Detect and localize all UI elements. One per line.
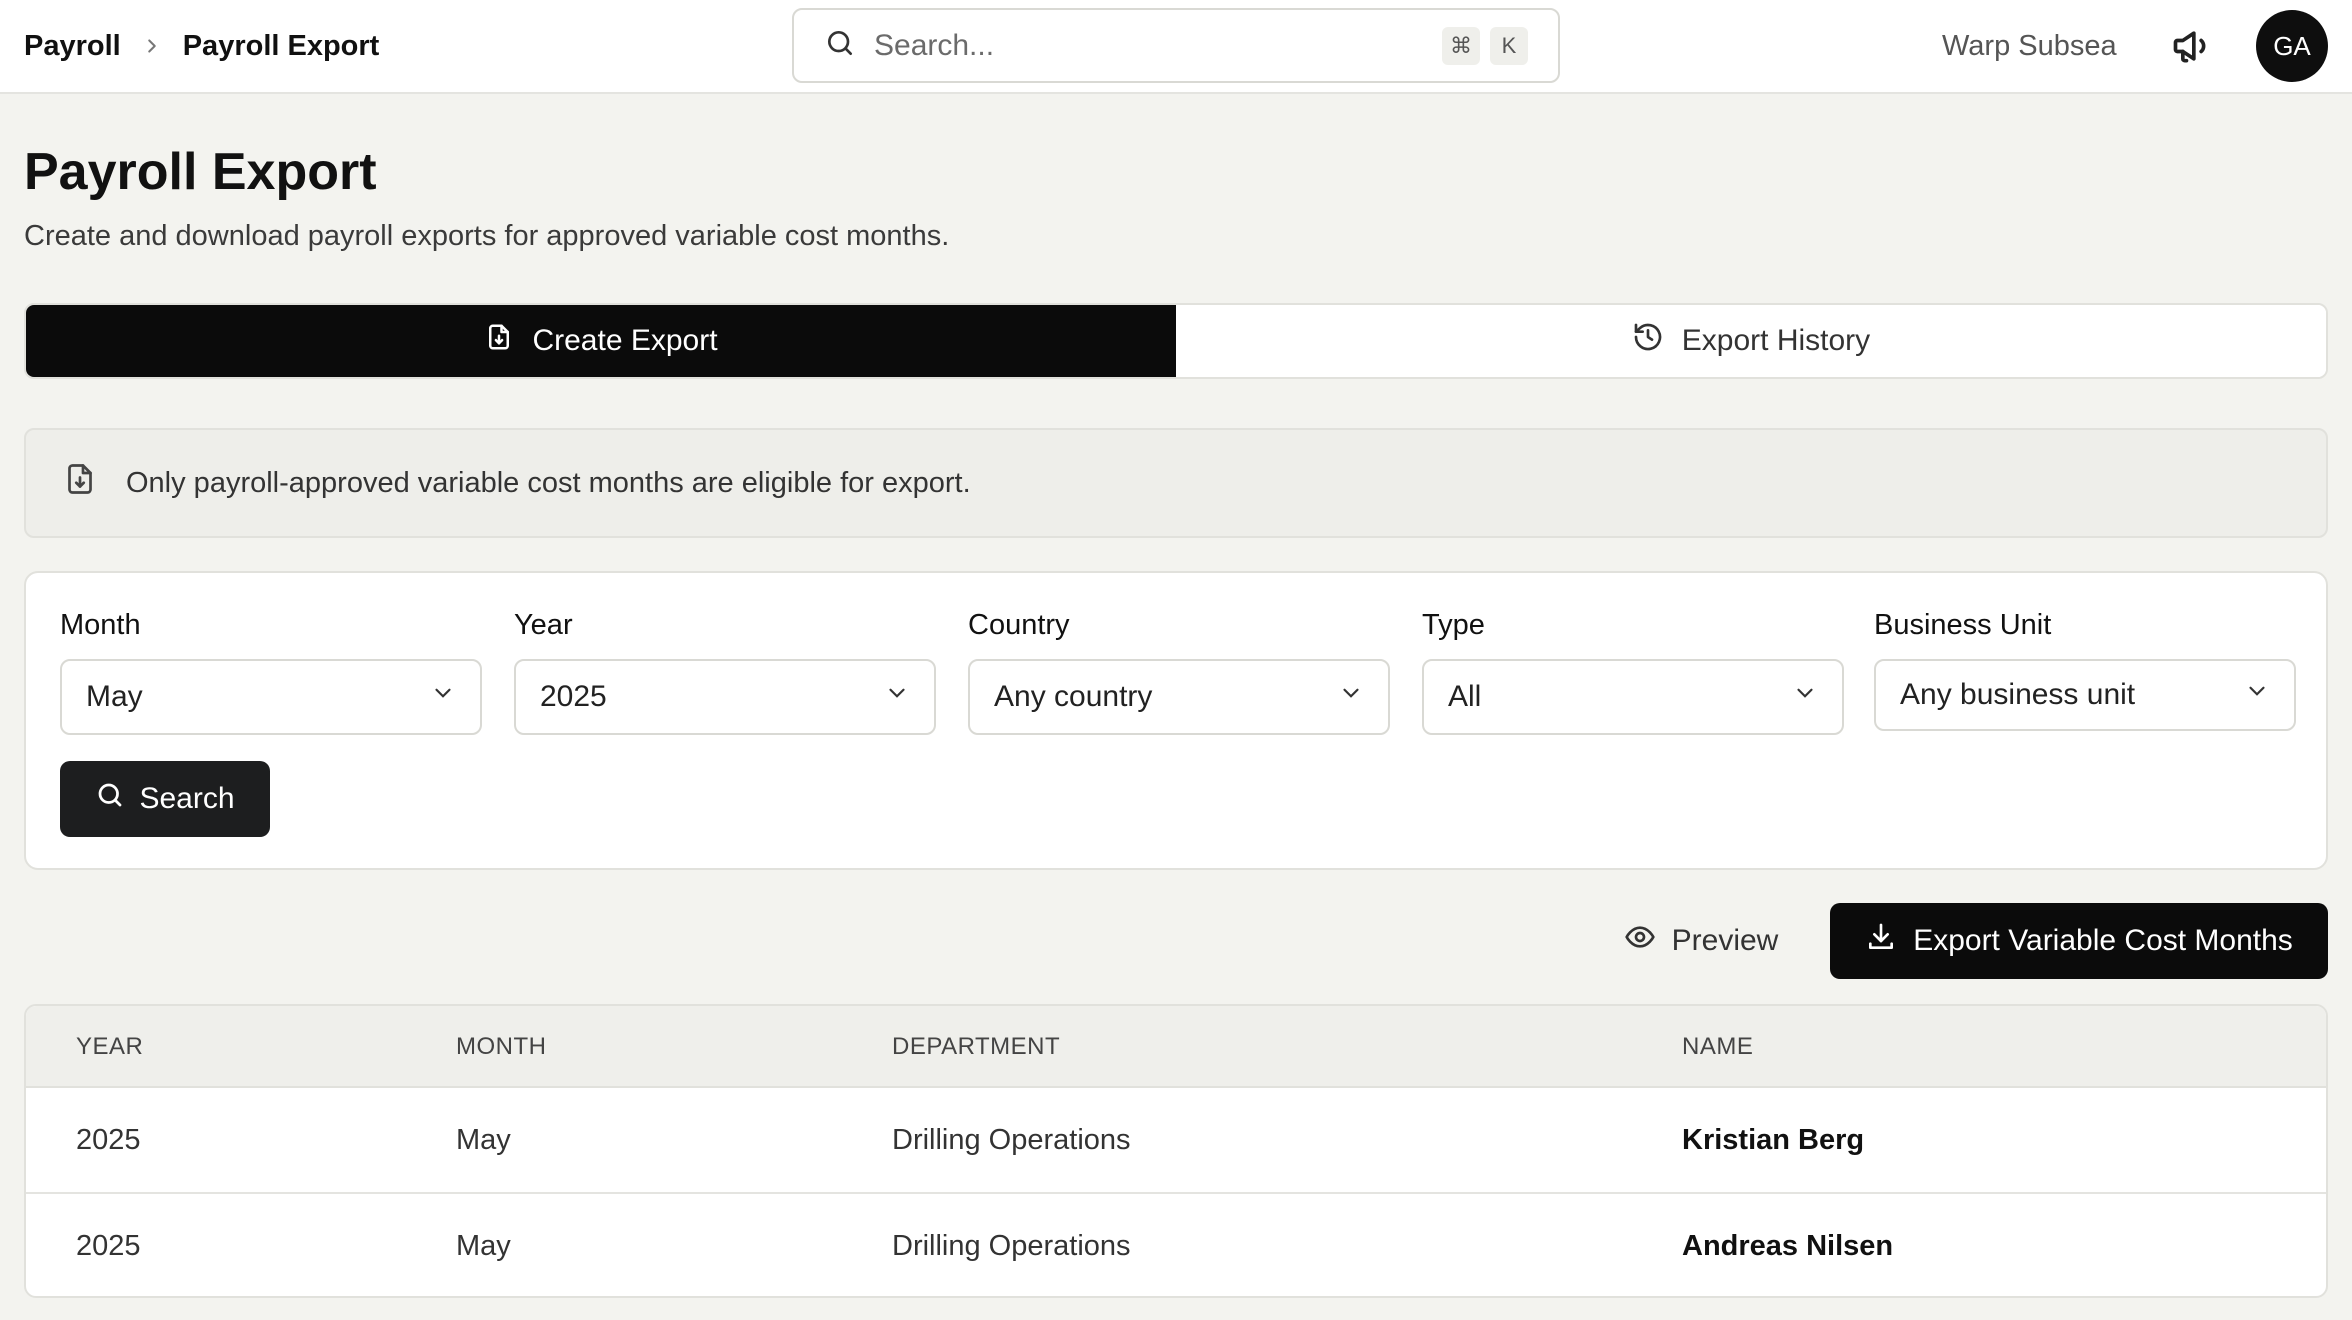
cell-month: May [456,1229,511,1262]
business-unit-select[interactable]: Any business unit [1874,659,2296,731]
chevron-down-icon [1792,680,1818,714]
cell-department: Drilling Operations [892,1229,1131,1262]
type-field: Type All [1422,609,1844,735]
notice-text: Only payroll-approved variable cost mont… [126,466,971,499]
country-select[interactable]: Any country [968,659,1390,735]
country-label: Country [968,609,1070,641]
page-subtitle: Create and download payroll exports for … [24,220,950,252]
month-value: May [86,680,143,713]
avatar[interactable]: GA [2256,10,2328,82]
file-download-icon [62,461,98,505]
type-label: Type [1422,609,1485,641]
export-tabs: Create Export Export History [24,303,2328,379]
business-unit-value: Any business unit [1900,678,2136,711]
preview-label: Preview [1671,924,1779,957]
column-header-name: NAME [1682,1033,1754,1060]
table-header: YEAR MONTH DEPARTMENT NAME [26,1006,2326,1088]
year-field: Year 2025 [514,609,936,735]
cell-month: May [456,1123,511,1156]
year-select[interactable]: 2025 [514,659,936,735]
shortcut-k-key: K [1490,26,1528,65]
breadcrumb-current: Payroll Export [182,29,380,62]
month-label: Month [60,609,141,641]
search-placeholder: Search... [874,28,995,62]
chevron-down-icon [430,680,456,714]
export-label: Export Variable Cost Months [1913,924,2293,957]
global-search[interactable]: Search... ⌘ K [792,8,1560,83]
cell-name: Andreas Nilsen [1682,1229,1894,1262]
breadcrumb: Payroll Payroll Export [24,0,379,92]
tab-create-export[interactable]: Create Export [26,305,1176,377]
tab-export-history[interactable]: Export History [1176,305,2326,377]
megaphone-icon[interactable] [2170,24,2214,68]
table-row[interactable]: 2025 May Drilling Operations Kristian Be… [26,1088,2326,1194]
cell-year: 2025 [76,1229,141,1262]
month-field: Month May [60,609,482,735]
org-name[interactable]: Warp Subsea [1942,0,2117,92]
country-value: Any country [994,680,1153,713]
shortcut-mod-key: ⌘ [1442,26,1480,65]
table-row[interactable]: 2025 May Drilling Operations Andreas Nil… [26,1194,2326,1296]
eligibility-notice: Only payroll-approved variable cost mont… [24,428,2328,538]
tab-label: Export History [1681,324,1871,357]
cell-name: Kristian Berg [1682,1123,1865,1156]
download-icon [1865,921,1897,961]
type-value: All [1448,680,1482,713]
export-table: YEAR MONTH DEPARTMENT NAME 2025 May Dril… [24,1004,2328,1298]
country-field: Country Any country [968,609,1390,735]
column-header-department: DEPARTMENT [892,1033,1061,1060]
search-button-label: Search [139,782,235,815]
preview-button[interactable]: Preview [1612,903,1790,979]
chevron-down-icon [2244,678,2270,712]
breadcrumb-payroll[interactable]: Payroll [24,30,121,63]
export-variable-cost-months-button[interactable]: Export Variable Cost Months [1830,903,2328,979]
business-unit-field: Business Unit Any business unit [1874,609,2296,731]
file-download-icon [484,322,514,360]
eye-icon [1624,921,1656,961]
column-header-year: YEAR [76,1033,144,1060]
type-select[interactable]: All [1422,659,1844,735]
top-bar: Payroll Payroll Export Search... ⌘ K War… [0,0,2352,94]
chevron-down-icon [884,680,910,714]
page-title: Payroll Export [24,143,377,201]
search-icon [824,27,856,64]
filter-panel: Month May Year 2025 Country Any country … [24,571,2328,870]
month-select[interactable]: May [60,659,482,735]
chevron-right-icon [141,35,163,57]
year-label: Year [514,609,573,641]
chevron-down-icon [1338,680,1364,714]
search-icon [95,780,125,818]
cell-year: 2025 [76,1123,141,1156]
tab-label: Create Export [532,324,718,357]
cell-department: Drilling Operations [892,1123,1131,1156]
business-unit-label: Business Unit [1874,609,2052,641]
history-icon [1632,321,1664,361]
column-header-month: MONTH [456,1033,547,1060]
year-value: 2025 [540,680,607,713]
search-button[interactable]: Search [60,761,270,837]
